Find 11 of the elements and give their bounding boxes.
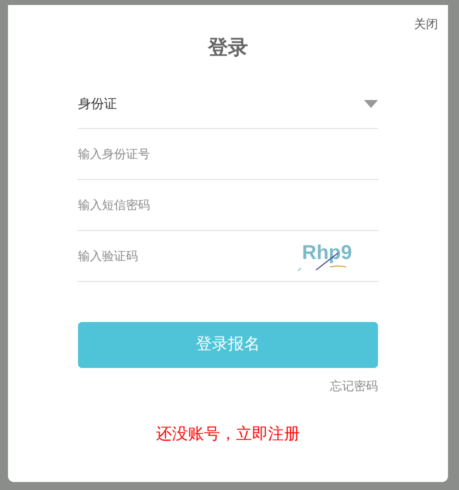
- forgot-password-link[interactable]: 忘记密码: [330, 377, 378, 395]
- dropdown-triangle-icon: [364, 100, 378, 108]
- close-button[interactable]: 关闭: [414, 15, 438, 33]
- id-type-select[interactable]: 身份证: [78, 79, 378, 129]
- captcha-image[interactable]: Rhp9: [296, 241, 358, 271]
- input-field[interactable]: 输入验证码: [78, 247, 278, 265]
- input-field[interactable]: 输入身份证号: [78, 145, 278, 163]
- dialog-title: 登录: [208, 36, 248, 61]
- input-field[interactable]: 输入短信密码: [78, 196, 278, 214]
- register-link[interactable]: 还没账号，立即注册: [156, 423, 300, 447]
- login-register-button[interactable]: 登录报名: [78, 322, 378, 368]
